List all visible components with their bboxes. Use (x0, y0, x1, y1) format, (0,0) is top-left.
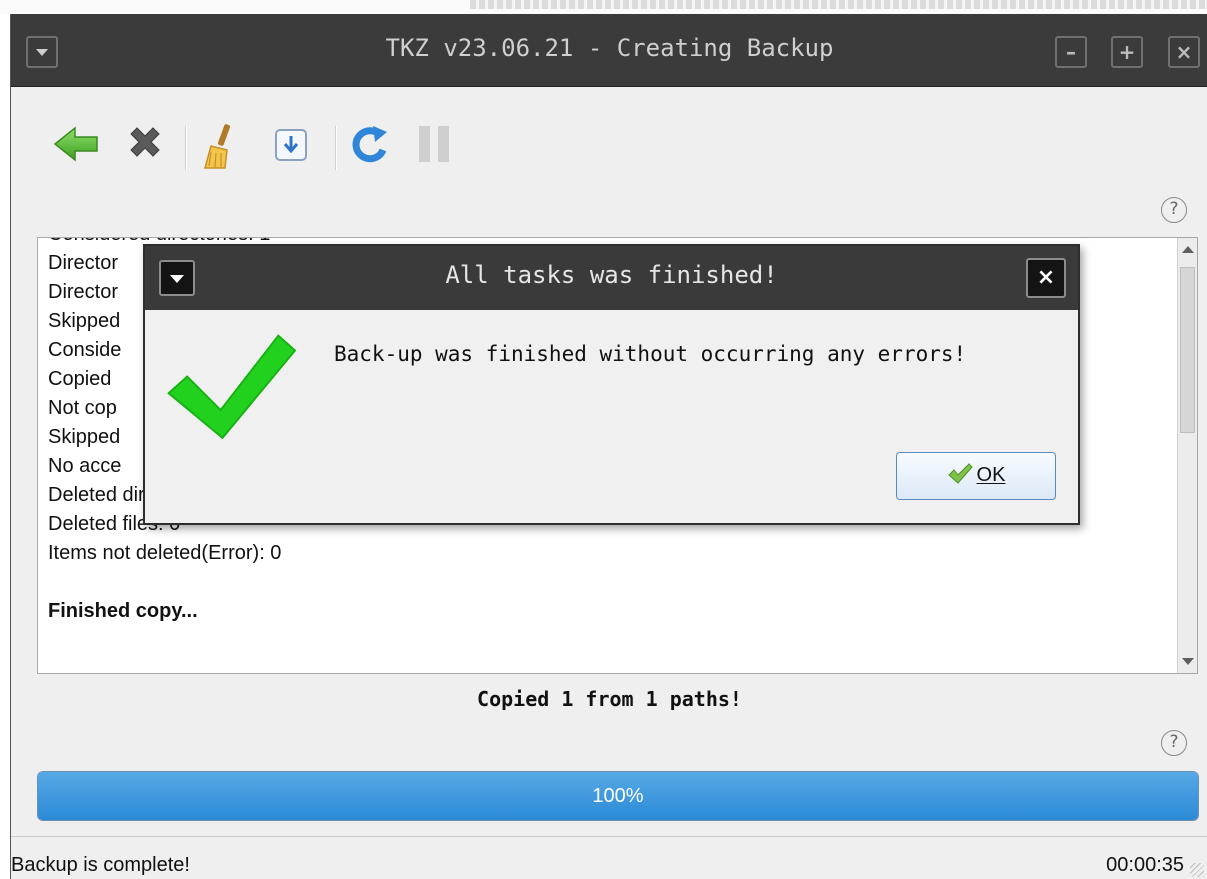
log-line: Items not deleted(Error): 0 (48, 542, 282, 564)
cancel-x-icon[interactable] (123, 122, 167, 166)
dialog-title: All tasks was finished! (445, 261, 778, 289)
close-icon: × (1175, 40, 1193, 64)
dialog-title-bar: All tasks was finished! × (145, 246, 1078, 310)
progress-bar: 100% (37, 771, 1199, 821)
close-button[interactable]: × (1168, 36, 1200, 68)
check-small-icon (947, 463, 973, 484)
finished-dialog: All tasks was finished! × Back-up was fi… (143, 244, 1080, 525)
dialog-close-button[interactable]: × (1026, 258, 1066, 298)
title-bar: TKZ v23.06.21 - Creating Backup – + × (11, 14, 1207, 87)
status-divider (11, 836, 1207, 837)
background-window-edge (0, 0, 1207, 14)
maximize-button[interactable]: + (1111, 36, 1143, 68)
toolbar-separator (185, 126, 187, 170)
minimize-button[interactable]: – (1055, 36, 1087, 68)
pause-icon[interactable] (415, 122, 455, 166)
help-icon[interactable]: ? (1161, 730, 1187, 756)
maximize-icon: + (1118, 40, 1136, 64)
scroll-up-icon[interactable] (1182, 246, 1194, 253)
ok-button[interactable]: OK (896, 452, 1056, 500)
download-save-icon[interactable] (273, 122, 309, 166)
window-title: TKZ v23.06.21 - Creating Backup (385, 34, 834, 62)
log-scrollbar[interactable] (1177, 238, 1197, 673)
back-arrow-icon[interactable] (53, 122, 101, 166)
log-line: Finished copy... (48, 600, 198, 622)
dialog-message: Back-up was finished without occurring a… (334, 342, 967, 366)
scroll-thumb[interactable] (1180, 267, 1195, 433)
elapsed-time: 00:00:35 (1106, 854, 1184, 876)
minimize-icon: – (1066, 40, 1076, 64)
resize-grip[interactable] (1190, 863, 1204, 877)
status-message: Backup is complete! (11, 854, 190, 876)
toolbar-separator (335, 126, 337, 170)
ok-label: OK (976, 464, 1006, 486)
scroll-down-icon[interactable] (1182, 658, 1194, 665)
progress-label: 100% (592, 785, 644, 807)
help-icon[interactable]: ? (1161, 197, 1187, 223)
copy-summary: Copied 1 from 1 paths! (477, 687, 742, 711)
broom-clean-icon[interactable] (197, 122, 241, 170)
refresh-icon[interactable] (347, 122, 391, 168)
checkmark-icon (167, 334, 297, 440)
